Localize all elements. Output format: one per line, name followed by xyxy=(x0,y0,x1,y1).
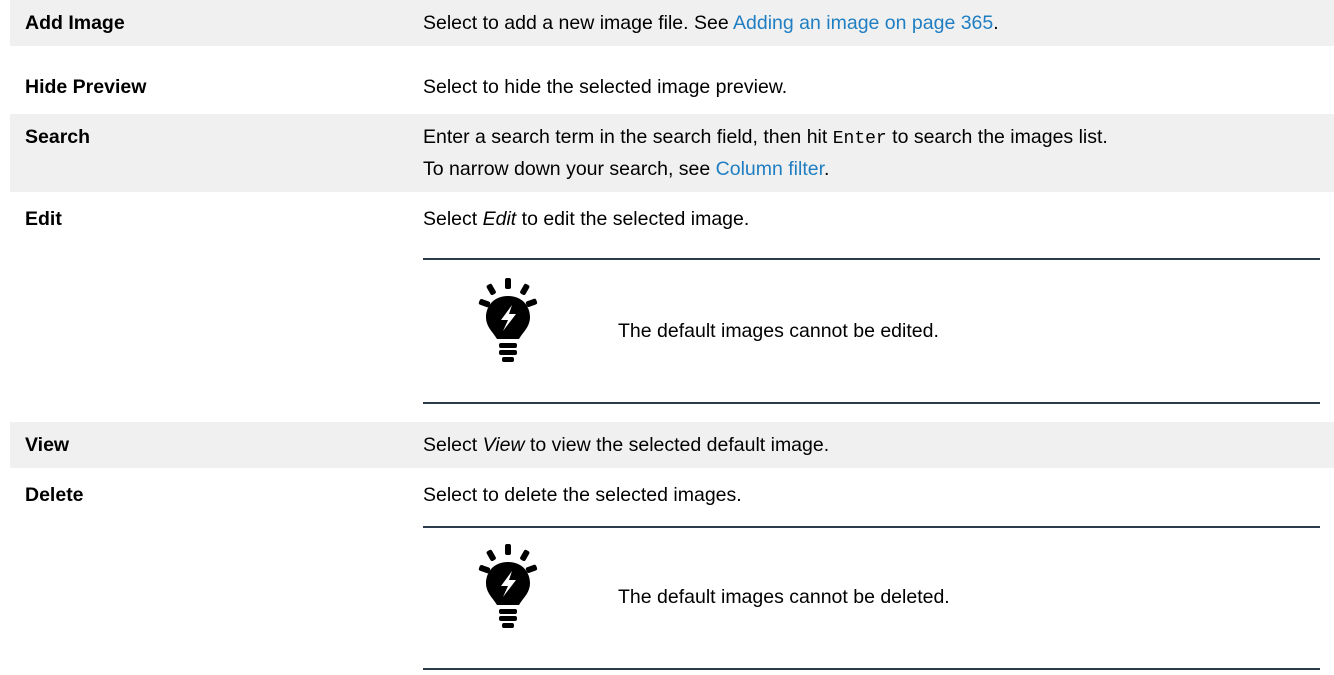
term-search: Search xyxy=(25,126,91,148)
desc-search: Enter a search term in the search field,… xyxy=(423,122,1323,184)
desc-add-image: Select to add a new image file. See Addi… xyxy=(423,8,1323,38)
desc-view-end: to view the selected default image. xyxy=(524,434,830,456)
term-edit: Edit xyxy=(25,208,62,230)
link-column-filter[interactable]: Column filter xyxy=(716,158,824,180)
desc-edit-text: Select xyxy=(423,208,483,230)
desc-search-text-3: To narrow down your search, see xyxy=(423,158,716,180)
desc-hide-preview: Select to hide the selected image previe… xyxy=(423,76,788,98)
desc-add-image-end: . xyxy=(993,12,999,34)
table-row-edit: Edit Select Edit to edit the selected im… xyxy=(10,196,1334,410)
desc-search-line2: To narrow down your search, see Column f… xyxy=(423,154,1323,184)
lightbulb-tip-icon xyxy=(478,544,538,629)
lightbulb-tip-icon xyxy=(478,278,538,363)
desc-edit-end: to edit the selected image. xyxy=(516,208,750,230)
table-row-delete: Delete Select to delete the selected ima… xyxy=(10,472,1334,675)
link-adding-an-image[interactable]: Adding an image on page 365 xyxy=(733,12,993,34)
desc-delete: Select to delete the selected images. xyxy=(423,484,742,506)
tip-note-text: The default images cannot be deleted. xyxy=(618,586,950,608)
table-row-search: Search Enter a search term in the search… xyxy=(10,114,1334,192)
term-view: View xyxy=(25,434,70,456)
desc-view-text: Select xyxy=(423,434,483,456)
desc-edit-em: Edit xyxy=(482,208,517,230)
tip-note-delete: The default images cannot be deleted. xyxy=(423,526,1320,670)
desc-edit: Select Edit to edit the selected image. xyxy=(423,204,1323,234)
desc-search-text: Enter a search term in the search field,… xyxy=(423,126,833,148)
tip-note-edit: The default images cannot be edited. xyxy=(423,258,1320,404)
desc-view: Select View to view the selected default… xyxy=(423,430,1323,460)
desc-add-image-text: Select to add a new image file. See xyxy=(423,12,734,34)
term-delete: Delete xyxy=(25,484,84,506)
table-row-view: View Select View to view the selected de… xyxy=(10,422,1334,468)
key-enter: Enter xyxy=(832,129,887,149)
table-row-hide-preview: Hide Preview Select to hide the selected… xyxy=(10,64,1334,110)
table-row-add-image: Add Image Select to add a new image file… xyxy=(10,0,1334,46)
tip-note-text: The default images cannot be edited. xyxy=(618,320,939,342)
desc-view-em: View xyxy=(482,434,525,456)
desc-search-text-2: to search the images list. xyxy=(886,126,1108,148)
desc-search-end: . xyxy=(824,158,830,180)
term-hide-preview: Hide Preview xyxy=(25,76,147,98)
term-add-image: Add Image xyxy=(25,12,125,34)
desc-search-line1: Enter a search term in the search field,… xyxy=(423,122,1323,154)
